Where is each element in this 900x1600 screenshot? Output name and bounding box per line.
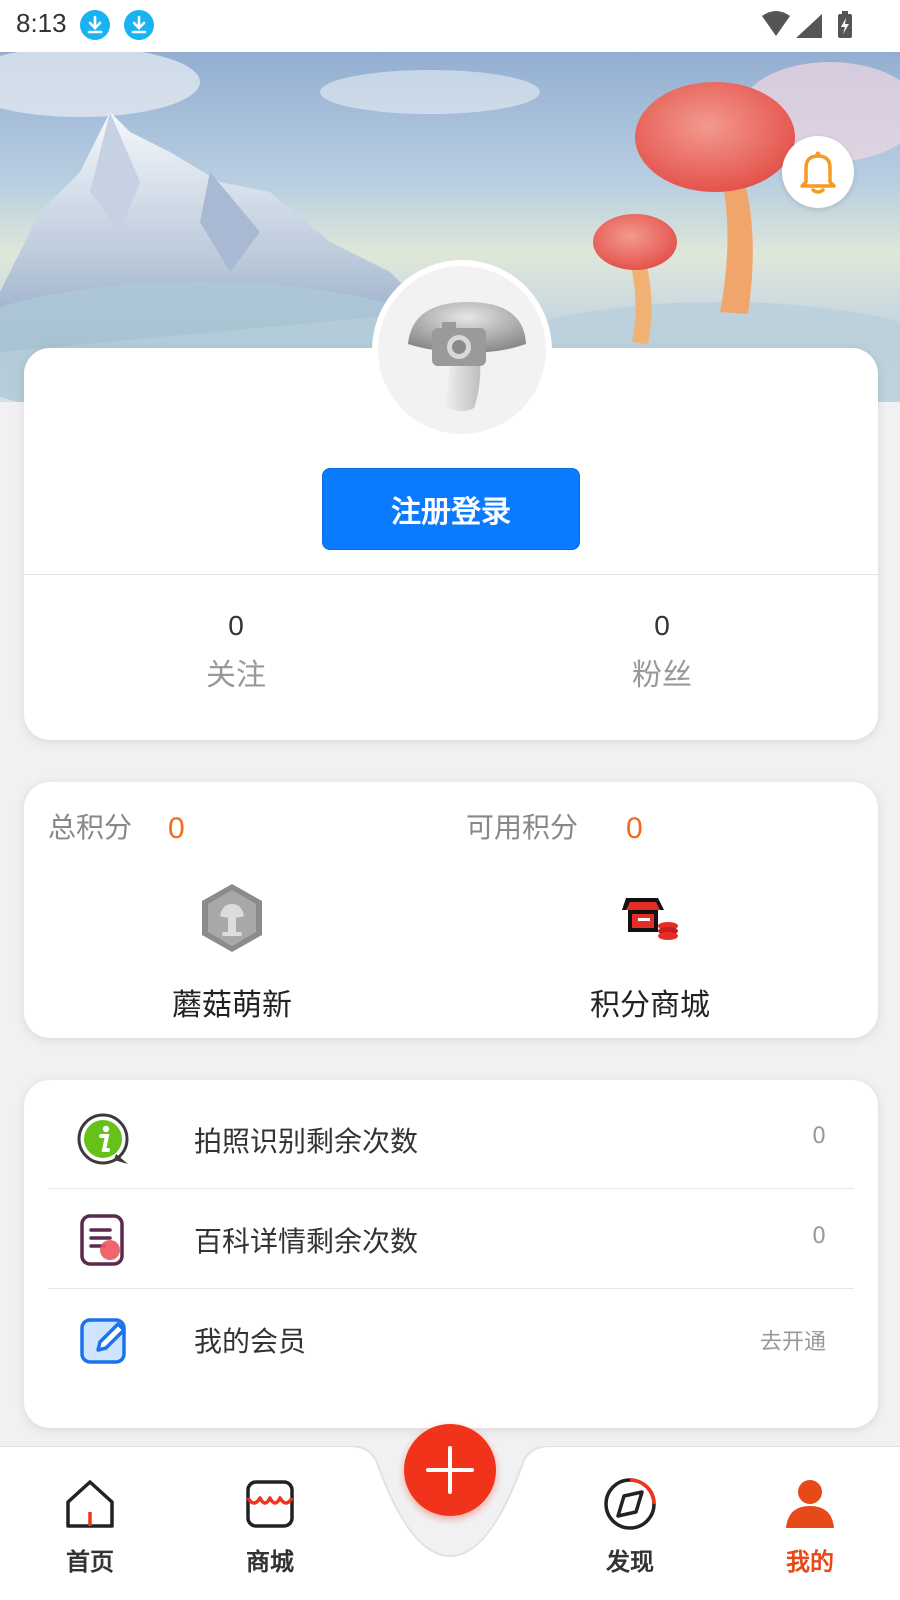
shop-icon xyxy=(246,1480,294,1528)
available-points-label: 可用积分 xyxy=(466,811,579,844)
nav-mine[interactable]: 我的 xyxy=(750,1476,870,1577)
list-item-label: 百科详情剩余次数 xyxy=(194,1225,419,1258)
total-points-value: 0 xyxy=(168,812,185,845)
divider xyxy=(48,1288,854,1289)
fans-count: 0 xyxy=(654,610,670,641)
following-stat[interactable]: 0 关注 xyxy=(136,610,336,694)
status-time: 8:13 xyxy=(16,8,67,38)
document-icon xyxy=(80,1214,124,1266)
list-item-label: 我的会员 xyxy=(194,1325,307,1358)
list-item-membership[interactable]: 我的会员 去开通 xyxy=(48,1290,854,1388)
available-points-value: 0 xyxy=(626,812,643,845)
user-icon xyxy=(786,1480,834,1528)
status-bar: 8:13 xyxy=(0,0,900,52)
fans-stat[interactable]: 0 粉丝 xyxy=(562,610,762,694)
fans-label: 粉丝 xyxy=(632,658,692,693)
divider xyxy=(24,574,878,575)
notification-button[interactable] xyxy=(782,136,854,208)
nav-shop[interactable]: 商城 xyxy=(210,1476,330,1577)
list-item-encyclopedia[interactable]: 百科详情剩余次数 0 xyxy=(48,1190,854,1288)
nav-label: 商城 xyxy=(246,1548,294,1576)
usage-list-card: 拍照识别剩余次数 0 百科详情剩余次数 0 我的会员 去开通 xyxy=(24,1080,878,1428)
nav-label: 首页 xyxy=(66,1548,114,1576)
download-icon xyxy=(124,10,154,40)
info-chat-icon xyxy=(77,1113,129,1165)
following-count: 0 xyxy=(228,610,244,641)
points-card: 总积分 0 可用积分 0 蘑菇萌新 积分商城 xyxy=(24,782,878,1038)
following-label: 关注 xyxy=(206,658,266,693)
signal-battery-icon xyxy=(762,11,852,38)
divider xyxy=(48,1188,854,1189)
home-icon xyxy=(66,1480,114,1528)
total-points-label: 总积分 xyxy=(48,811,133,844)
nav-discover[interactable]: 发现 xyxy=(570,1476,690,1577)
add-post-button[interactable] xyxy=(404,1424,496,1516)
list-item-value: 去开通 xyxy=(759,1330,826,1355)
level-label: 蘑菇萌新 xyxy=(172,988,292,1023)
mushroom-camera-avatar-icon xyxy=(408,302,526,412)
register-login-button[interactable]: 注册登录 xyxy=(322,468,580,550)
edit-icon xyxy=(80,1318,126,1364)
download-icon xyxy=(80,10,110,40)
bell-icon xyxy=(800,151,836,194)
list-item-value: 0 xyxy=(812,1224,826,1249)
level-badge-icon xyxy=(202,884,262,952)
nav-label: 我的 xyxy=(786,1548,834,1576)
plus-icon xyxy=(426,1446,474,1494)
points-mall-label: 积分商城 xyxy=(590,988,710,1023)
nav-home[interactable]: 首页 xyxy=(30,1476,150,1577)
list-item-value: 0 xyxy=(812,1124,826,1149)
nav-label: 发现 xyxy=(606,1548,654,1576)
shop-coins-icon xyxy=(622,898,678,940)
compass-icon xyxy=(604,1478,656,1530)
avatar[interactable] xyxy=(372,260,552,440)
list-item-label: 拍照识别剩余次数 xyxy=(194,1125,419,1158)
list-item-photo-recognition[interactable]: 拍照识别剩余次数 0 xyxy=(48,1090,854,1188)
